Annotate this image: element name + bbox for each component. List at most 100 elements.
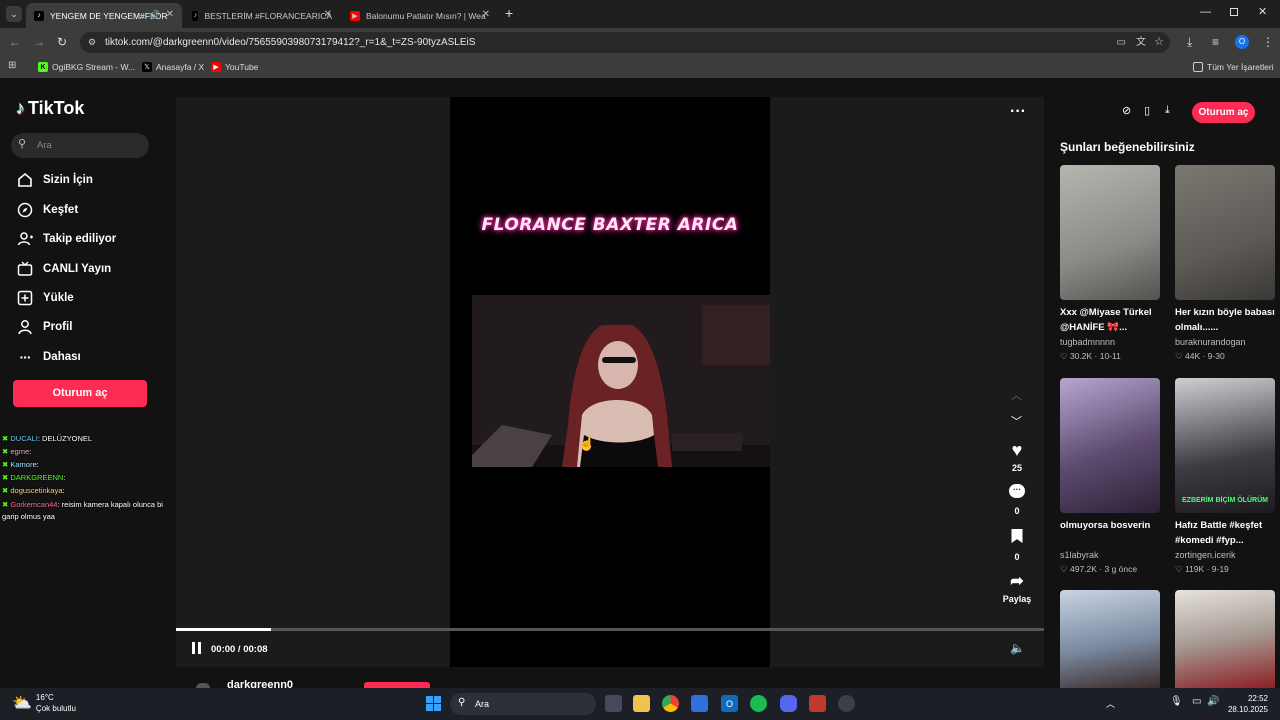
pause-button[interactable] xyxy=(192,642,201,654)
chat-line: ✖ DARKGREENN: xyxy=(2,473,66,482)
more-options-icon[interactable]: ··· xyxy=(1010,103,1026,121)
spotify-icon[interactable] xyxy=(750,695,767,712)
tab-2[interactable]: ♪ BESTLERİM #FLORANCEARICA ✕ xyxy=(184,3,340,28)
install-icon[interactable]: ▭ xyxy=(1117,32,1126,53)
suggestion-card[interactable] xyxy=(1060,590,1160,688)
clock[interactable]: 22:52 28.10.2025 xyxy=(1226,693,1268,715)
download-icon[interactable]: ⤓ xyxy=(1187,35,1192,50)
file-explorer-icon[interactable] xyxy=(633,695,650,712)
download-app-icon[interactable]: ⤓ xyxy=(1165,104,1170,117)
url-field[interactable]: ⚙ tiktok.com/@darkgreenn0/video/75655903… xyxy=(80,32,1170,53)
sidebar: ♪ TikTok ⚲ Ara Sizin İçin Keşfet Takip e… xyxy=(0,80,170,688)
suggestion-card[interactable]: Her kızın böyle babası olmalı...... bura… xyxy=(1175,165,1275,363)
new-tab-button[interactable]: + xyxy=(505,5,513,21)
video-player[interactable]: FLORANCE BAXTER ARICA ☝ ··· ︿ ﹀ xyxy=(176,97,1044,667)
next-video-icon[interactable]: ﹀ xyxy=(1011,413,1022,429)
author-name[interactable]: darkgreenn0 xyxy=(227,679,293,688)
chat-text: : xyxy=(29,447,32,456)
suggestion-author: s1labyrak xyxy=(1060,550,1099,560)
suggestion-thumbnail xyxy=(1060,165,1160,300)
suggestion-thumbnail xyxy=(1060,590,1160,688)
tab-1[interactable]: ♪ YENGEM DE YENGEM#FLOR 🔊 ✕ xyxy=(26,3,182,28)
suggestion-card[interactable]: olmuyorsa bosverin s1labyrak ♡ 497.2K · … xyxy=(1060,378,1160,576)
nav-live[interactable]: CANLI Yayın xyxy=(16,259,111,279)
chat-user: DUCALI xyxy=(10,434,38,443)
phone-icon[interactable]: ▯ xyxy=(1144,104,1150,117)
chat-text: : xyxy=(62,486,65,495)
bookmark-star-icon[interactable]: ☆ xyxy=(1154,32,1164,53)
previous-video-icon[interactable]: ︿ xyxy=(1011,387,1022,403)
heart-outline-icon: ♡ xyxy=(1060,564,1070,574)
restore-button[interactable] xyxy=(1230,8,1238,16)
login-button[interactable]: Oturum aç xyxy=(13,380,147,407)
share-button[interactable]: ➦ Paylaş xyxy=(1003,573,1032,604)
task-view-icon[interactable] xyxy=(605,695,622,712)
close-icon[interactable]: ✕ xyxy=(166,9,174,20)
close-window-button[interactable]: ✕ xyxy=(1258,5,1267,18)
search-icon: ⚲ xyxy=(458,697,466,708)
outlook-icon[interactable]: O xyxy=(721,695,738,712)
close-icon[interactable]: ✕ xyxy=(324,9,332,20)
chat-text: : DELÜZYONEL xyxy=(37,434,93,443)
site-info-icon[interactable]: ⚙ xyxy=(88,32,96,53)
comment-button[interactable]: ··· 0 xyxy=(1009,484,1025,516)
network-icon[interactable]: ▭ xyxy=(1192,696,1201,707)
save-button[interactable]: 0 xyxy=(1011,529,1023,562)
reload-icon[interactable]: ↻ xyxy=(57,35,67,49)
bookmark-x[interactable]: 𝕏 Anasayfa / X xyxy=(142,60,204,74)
app-icon[interactable] xyxy=(809,695,826,712)
nav-explore[interactable]: Keşfet xyxy=(16,200,78,220)
store-icon[interactable] xyxy=(691,695,708,712)
minimize-button[interactable]: — xyxy=(1200,6,1211,18)
more-icon: ··· xyxy=(19,349,32,365)
tray-chevron-icon[interactable]: ︿ xyxy=(1106,697,1115,710)
upload-icon xyxy=(16,289,34,307)
taskbar-search[interactable]: ⚲ Ara xyxy=(450,693,596,715)
nav-for-you[interactable]: Sizin İçin xyxy=(16,170,93,190)
translate-icon[interactable]: 文 xyxy=(1136,32,1146,53)
nav-label: Dahası xyxy=(43,351,81,363)
windows-start-icon[interactable] xyxy=(425,695,442,712)
apps-icon[interactable]: ⊞ xyxy=(8,60,16,71)
bookmark-youtube[interactable]: ▶ YouTube xyxy=(211,60,258,74)
nav-more[interactable]: ··· Dahası xyxy=(16,347,81,367)
discord-icon[interactable] xyxy=(780,695,797,712)
nav-following[interactable]: Takip ediliyor xyxy=(16,229,116,249)
weather-widget[interactable]: ⛅ 16°C Çok bulutlu xyxy=(12,692,76,714)
nav-profile[interactable]: Profil xyxy=(16,317,72,337)
bookmark-icon xyxy=(1011,529,1023,543)
suggestion-card[interactable]: EZBERİM BİÇİM ÖLÜRÜM Hafız Battle #keşfe… xyxy=(1175,378,1275,576)
volume-icon[interactable]: 🔈 xyxy=(1010,641,1025,655)
login-top-button[interactable]: Oturum aç xyxy=(1192,102,1255,123)
heart-icon: ♥ xyxy=(1011,440,1023,460)
menu-icon[interactable]: ⋮ xyxy=(1262,35,1274,49)
coin-icon[interactable]: ⊘ xyxy=(1122,104,1131,117)
close-icon[interactable]: ✕ xyxy=(482,9,490,20)
tab-list-button[interactable]: ⌄ xyxy=(6,6,22,22)
chat-line: ✖ DUCALI: DELÜZYONEL xyxy=(2,434,93,443)
tab-3[interactable]: ▶ Balonumu Patlatır Mısın? | Wea ✕ xyxy=(342,3,498,28)
nav-label: CANLI Yayın xyxy=(43,263,112,275)
bookmarks-bar: ⊞ K OgiBKG Stream - W... 𝕏 Anasayfa / X … xyxy=(0,56,1280,78)
speaker-icon[interactable]: 🔊 xyxy=(1207,696,1219,707)
chrome-icon[interactable] xyxy=(662,695,679,712)
back-icon[interactable]: ← xyxy=(9,35,21,49)
media-control-icon[interactable]: ≡ xyxy=(1212,35,1219,49)
profile-avatar[interactable]: O xyxy=(1235,35,1249,49)
save-count: 0 xyxy=(1014,552,1020,562)
video-frame[interactable]: FLORANCE BAXTER ARICA ☝ xyxy=(450,97,770,667)
mic-icon[interactable]: 🎙 xyxy=(1170,696,1183,707)
nav-upload[interactable]: Yükle xyxy=(16,288,74,308)
bookmark-ogibkg[interactable]: K OgiBKG Stream - W... xyxy=(38,60,135,74)
suggestion-author: buraknurandogan xyxy=(1175,337,1246,347)
like-button[interactable]: ♥ 25 xyxy=(1012,440,1023,473)
video-time: 00:00 / 00:08 xyxy=(211,644,268,655)
suggestion-card[interactable]: Xxx @Miyase Türkel @HANİFE 🎀... tugbadmn… xyxy=(1060,165,1160,363)
video-progress-bar[interactable] xyxy=(176,628,1044,631)
obs-icon[interactable] xyxy=(838,695,855,712)
all-bookmarks[interactable]: Tüm Yer İşaretleri xyxy=(1193,60,1274,74)
forward-icon[interactable]: → xyxy=(33,35,45,49)
search-input[interactable]: ⚲ Ara xyxy=(11,133,149,158)
tiktok-logo[interactable]: ♪ TikTok xyxy=(16,98,84,119)
suggestion-card[interactable] xyxy=(1175,590,1275,688)
